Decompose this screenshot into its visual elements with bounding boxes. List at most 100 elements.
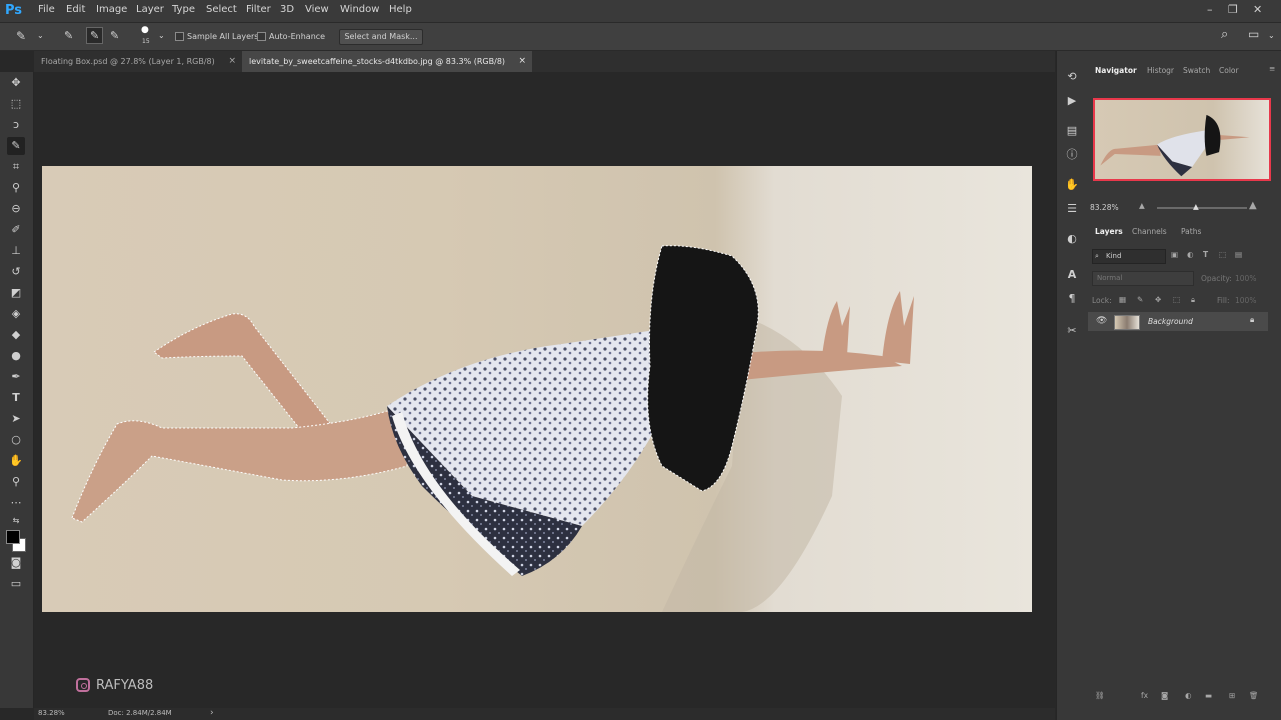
filter-type-icon[interactable]: T [1203,250,1208,259]
eyedropper-tool-icon[interactable]: ⚲ [7,179,25,197]
zoom-slider-track[interactable] [1157,207,1247,209]
panel-menu-icon[interactable]: ≡ [1269,64,1275,73]
properties-icon[interactable]: ▤ [1064,123,1080,139]
filter-shape-icon[interactable]: ⬚ [1219,250,1226,259]
fill-value[interactable]: 100% [1235,296,1256,305]
adjustment-layer-icon[interactable]: ◐ [1185,691,1192,700]
menu-3d[interactable]: 3D [280,4,294,15]
close-window-icon[interactable]: ✕ [1253,3,1262,16]
healing-brush-tool-icon[interactable]: ⊖ [7,200,25,218]
eraser-tool-icon[interactable]: ◩ [7,284,25,302]
filter-smart-object-icon[interactable]: ▤ [1235,250,1242,259]
layer-row-background[interactable]: 👁︎ Background 🔒︎ [1088,312,1268,331]
tab-swatches[interactable]: Swatch [1183,66,1210,75]
sample-all-layers-checkbox[interactable] [175,32,184,41]
minimize-icon[interactable]: – [1207,3,1213,16]
menu-help[interactable]: Help [389,4,412,15]
filter-adjustment-icon[interactable]: ◐ [1187,250,1194,259]
tab-color[interactable]: Color [1219,66,1239,75]
color-panel-icon[interactable]: ◐ [1064,231,1080,247]
menu-file[interactable]: File [38,4,55,15]
quick-selection-tool-icon[interactable]: ✎ [7,137,25,155]
history-icon[interactable]: ⟲ [1064,69,1080,85]
new-layer-icon[interactable]: ⊞ [1229,691,1235,700]
blend-mode-select[interactable]: Normal [1092,271,1194,286]
tab-channels[interactable]: Channels [1132,227,1167,236]
path-selection-tool-icon[interactable]: ➤ [7,410,25,428]
select-and-mask-button[interactable]: Select and Mask... [339,29,423,45]
brush-tip-icon[interactable]: ● [141,25,149,35]
libraries-icon[interactable]: ✋ [1064,177,1080,193]
foreground-color-swatch[interactable] [6,530,20,544]
tab-floating-box[interactable]: Floating Box.psd @ 27.8% (Layer 1, RGB/8… [34,51,242,72]
type-tool-icon[interactable]: T [7,389,25,407]
add-mask-icon[interactable]: ◙ [1161,691,1168,700]
auto-enhance-checkbox[interactable] [257,32,266,41]
menu-layer[interactable]: Layer [136,4,164,15]
lock-position-icon[interactable]: ✥ [1155,295,1161,304]
character-icon[interactable]: A [1064,267,1080,283]
lock-all-icon[interactable]: 🔒︎ [1191,295,1195,305]
menu-image[interactable]: Image [96,4,127,15]
workspace-icon[interactable]: ▭ [1248,27,1259,41]
restore-icon[interactable]: ❐ [1228,3,1238,16]
preset-chevron-icon[interactable]: ⌄ [37,31,44,40]
dodge-tool-icon[interactable]: ● [7,347,25,365]
menu-select[interactable]: Select [206,4,237,15]
actions-icon[interactable]: ▶ [1064,93,1080,109]
tools-presets-icon[interactable]: ✂ [1064,323,1080,339]
hand-tool-icon[interactable]: ✋ [7,452,25,470]
document-canvas[interactable] [42,166,1032,612]
paragraph-icon[interactable]: ¶ [1064,291,1080,307]
zoom-in-icon[interactable]: ▲ [1249,200,1257,211]
pen-tool-icon[interactable]: ✒ [7,368,25,386]
adjustments-icon[interactable]: ☰ [1064,201,1080,217]
ellipse-tool-icon[interactable]: ○ [7,431,25,449]
menu-view[interactable]: View [305,4,329,15]
lock-transparent-icon[interactable]: ▦ [1119,295,1126,304]
brush-tool-icon[interactable]: ✐ [7,221,25,239]
crop-tool-icon[interactable]: ⌗ [7,158,25,176]
layer-kind-filter[interactable]: ⌕ Kind [1092,249,1166,264]
workspace-chevron-icon[interactable]: ⌄ [1268,31,1275,40]
tab-layers[interactable]: Layers [1095,227,1123,236]
close-tab-icon[interactable]: × [228,51,236,72]
brush-picker-chevron-icon[interactable]: ⌄ [158,31,165,40]
more-tools-icon[interactable]: ⋯ [7,494,25,512]
lock-artboard-icon[interactable]: ⬚ [1173,295,1180,304]
brush-size[interactable]: 15 [142,38,150,45]
filter-pixel-icon[interactable]: ▣ [1171,250,1178,259]
marquee-tool-icon[interactable]: ⬚ [7,95,25,113]
navigator-thumbnail[interactable] [1093,98,1271,181]
close-tab-icon[interactable]: × [518,51,526,72]
tab-navigator[interactable]: Navigator [1095,66,1137,75]
navigator-zoom[interactable]: 83.28% [1090,203,1119,212]
clone-stamp-tool-icon[interactable]: ⊥ [7,242,25,260]
subtract-from-selection-icon[interactable]: ✎ [110,29,119,42]
menu-edit[interactable]: Edit [66,4,85,15]
layer-style-icon[interactable]: fx [1141,691,1148,700]
layer-name[interactable]: Background [1148,317,1193,326]
default-colors-icon[interactable]: ⇆ [7,512,25,530]
zoom-slider-thumb[interactable]: ▲ [1193,202,1199,211]
layer-visibility-eye-icon[interactable]: 👁︎ [1096,316,1107,326]
new-selection-icon[interactable]: ✎ [64,29,73,42]
menu-filter[interactable]: Filter [246,4,271,15]
quick-mask-icon[interactable]: ◙ [7,554,25,572]
menu-window[interactable]: Window [340,4,379,15]
quick-selection-tool-preset-icon[interactable]: ✎ [16,29,26,43]
blur-tool-icon[interactable]: ◆ [7,326,25,344]
tab-levitate[interactable]: levitate_by_sweetcaffeine_stocks-d4tkdbo… [242,51,532,72]
link-layers-icon[interactable]: ⛓ [1095,691,1105,700]
opacity-value[interactable]: 100% [1235,274,1256,283]
status-zoom[interactable]: 83.28% [38,709,65,717]
history-brush-tool-icon[interactable]: ↺ [7,263,25,281]
zoom-tool-icon[interactable]: ⚲ [7,473,25,491]
screen-mode-icon[interactable]: ▭ [7,575,25,593]
search-icon[interactable]: ⌕ [1221,27,1228,42]
delete-layer-icon[interactable]: 🗑︎ [1249,691,1259,700]
zoom-out-icon[interactable]: ▲ [1139,201,1145,210]
add-to-selection-icon[interactable]: ✎ [86,27,104,44]
info-icon[interactable]: ⓘ [1064,147,1080,163]
menu-type[interactable]: Type [172,4,195,15]
